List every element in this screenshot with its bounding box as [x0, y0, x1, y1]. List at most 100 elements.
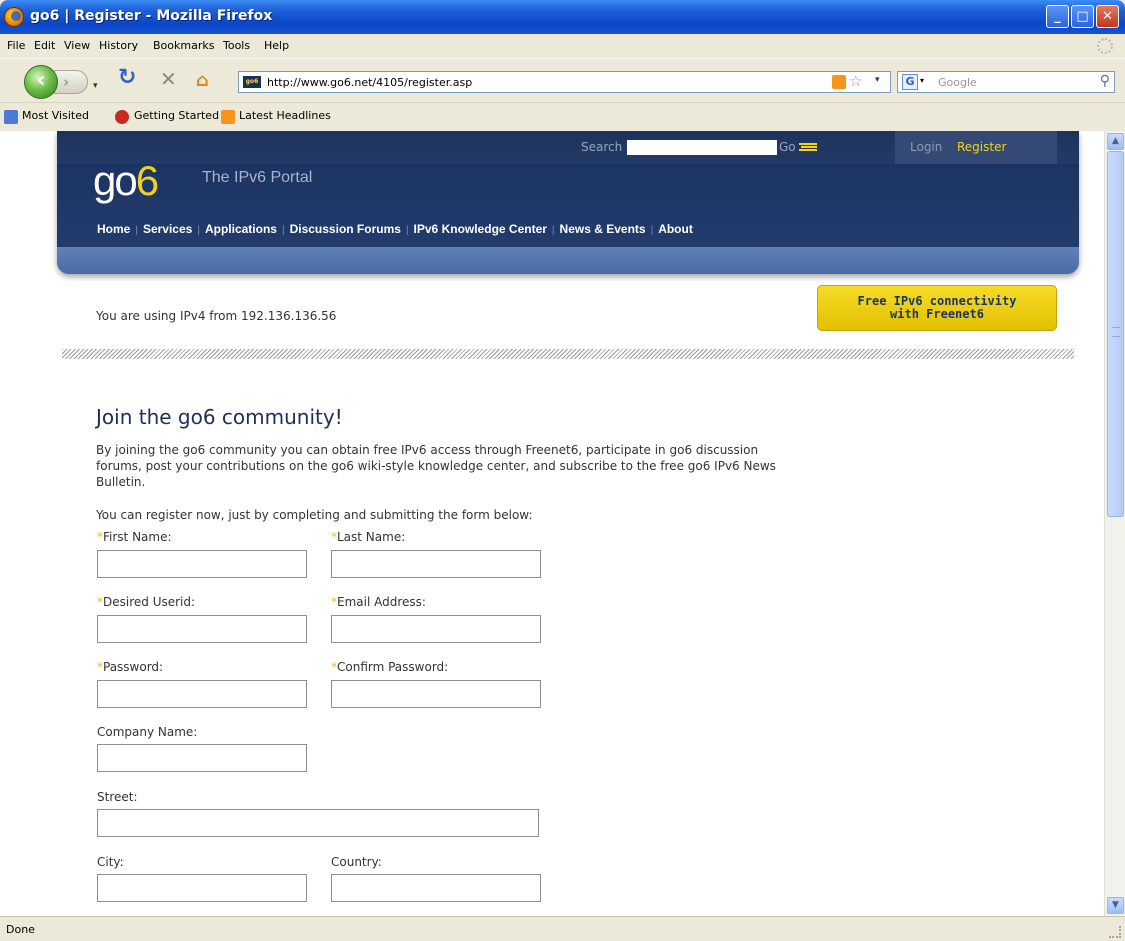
- maximize-button[interactable]: □: [1071, 5, 1094, 28]
- address-bar[interactable]: go6 http://www.go6.net/4105/register.asp…: [238, 71, 891, 93]
- nav-services[interactable]: Services: [143, 222, 192, 236]
- ip-info: You are using IPv4 from 192.136.136.56: [96, 309, 337, 323]
- register-link[interactable]: Register: [957, 140, 1006, 154]
- forward-arrow-icon: ›: [63, 73, 70, 91]
- email-label: *Email Address:: [331, 595, 426, 609]
- nav-about[interactable]: About: [658, 222, 693, 236]
- site-logo[interactable]: go6: [93, 157, 159, 205]
- header-search-go[interactable]: Go: [779, 140, 796, 154]
- throbber-icon: [1097, 38, 1113, 54]
- nav-home[interactable]: Home: [97, 222, 130, 236]
- menu-view[interactable]: View: [64, 39, 90, 52]
- back-button[interactable]: ‹: [24, 65, 58, 99]
- address-url[interactable]: http://www.go6.net/4105/register.asp: [267, 76, 472, 89]
- page-viewport: Search Go Login Register go6 The IPv6 Po…: [0, 131, 1104, 916]
- country-label: Country:: [331, 855, 382, 869]
- bookmark-getting-started[interactable]: Getting Started: [134, 109, 219, 122]
- email-field[interactable]: [331, 615, 541, 643]
- street-field[interactable]: [97, 809, 539, 837]
- getting-started-icon: [115, 110, 129, 124]
- back-arrow-icon: ‹: [36, 68, 46, 93]
- userid-label: *Desired Userid:: [97, 595, 196, 609]
- company-field[interactable]: [97, 744, 307, 772]
- reload-icon[interactable]: ↻: [118, 67, 136, 89]
- first-name-field[interactable]: [97, 550, 307, 578]
- bookmark-latest-headlines[interactable]: Latest Headlines: [239, 109, 331, 122]
- search-placeholder[interactable]: Google: [938, 76, 977, 89]
- country-field[interactable]: [331, 874, 541, 902]
- scroll-thumb[interactable]: [1107, 151, 1124, 517]
- status-text: Done: [6, 923, 35, 936]
- home-icon[interactable]: ⌂: [196, 71, 209, 91]
- header-band: [57, 247, 1079, 274]
- menu-bookmarks[interactable]: Bookmarks: [153, 39, 214, 52]
- nav-applications[interactable]: Applications: [205, 222, 277, 236]
- city-field[interactable]: [97, 874, 307, 902]
- bookmarks-toolbar: Most Visited Getting Started Latest Head…: [0, 102, 1125, 130]
- scroll-down-icon[interactable]: ▼: [1107, 897, 1124, 914]
- site-header: Search Go Login Register go6 The IPv6 Po…: [57, 131, 1079, 274]
- menu-edit[interactable]: Edit: [34, 39, 55, 52]
- menu-help[interactable]: Help: [264, 39, 289, 52]
- site-tagline: The IPv6 Portal: [202, 169, 313, 186]
- street-label: Street:: [97, 790, 138, 804]
- nav-discussion-forums[interactable]: Discussion Forums: [290, 222, 401, 236]
- password-label: *Password:: [97, 660, 164, 674]
- history-dropdown-icon[interactable]: ▾: [93, 76, 98, 96]
- main-nav: Home | Services | Applications | Discussion Fo…: [97, 222, 693, 236]
- last-name-field[interactable]: [331, 550, 541, 578]
- confirm-password-label: *Confirm Password:: [331, 660, 449, 674]
- bookmark-most-visited[interactable]: Most Visited: [22, 109, 89, 122]
- site-favicon-icon: go6: [243, 76, 261, 88]
- resize-grip-icon[interactable]: [1109, 926, 1121, 938]
- maximize-icon: □: [1076, 9, 1089, 24]
- menu-tools[interactable]: Tools: [223, 39, 250, 52]
- page-title: Join the go6 community!: [96, 405, 343, 429]
- menu-bar: File Edit View History Bookmarks Tools H…: [0, 34, 1125, 58]
- url-dropdown-icon[interactable]: ▾: [875, 75, 880, 85]
- intro-text: By joining the go6 community you can obt…: [96, 443, 776, 489]
- minimize-icon: _: [1054, 9, 1061, 24]
- header-search-label: Search: [581, 140, 623, 154]
- confirm-password-field[interactable]: [331, 680, 541, 708]
- city-label: City:: [97, 855, 124, 869]
- window-title: go6 | Register - Mozilla Firefox: [30, 8, 273, 24]
- engine-dropdown-icon[interactable]: ▾: [920, 76, 924, 85]
- nav-news-events[interactable]: News & Events: [560, 222, 646, 236]
- close-button[interactable]: ✕: [1096, 5, 1119, 28]
- close-icon: ✕: [1102, 9, 1113, 24]
- go-arrows-icon[interactable]: [799, 143, 817, 151]
- logo-six: 6: [135, 157, 159, 204]
- freenet6-promo-button[interactable]: Free IPv6 connectivity with Freenet6: [817, 285, 1057, 331]
- status-bar: Done: [0, 916, 1125, 941]
- search-magnifier-icon[interactable]: ⚲: [1100, 73, 1110, 89]
- rss-feed-icon[interactable]: [832, 75, 846, 89]
- header-search-input[interactable]: [627, 140, 777, 155]
- login-link[interactable]: Login: [910, 140, 942, 154]
- menu-history[interactable]: History: [99, 39, 138, 52]
- google-engine-icon[interactable]: G: [902, 74, 918, 90]
- logo-go: go: [93, 157, 138, 204]
- forward-button[interactable]: ›: [54, 70, 88, 94]
- menu-file[interactable]: File: [7, 39, 25, 52]
- hatched-divider: [62, 349, 1074, 359]
- vertical-scrollbar[interactable]: ▲ ▼: [1104, 131, 1125, 916]
- company-label: Company Name:: [97, 725, 198, 739]
- nav-ipv6-knowledge-center[interactable]: IPv6 Knowledge Center: [414, 222, 547, 236]
- search-bar[interactable]: G ▾ Google ⚲: [897, 71, 1115, 93]
- login-box: Login Register: [895, 131, 1057, 164]
- firefox-icon: [4, 7, 24, 27]
- minimize-button[interactable]: _: [1046, 5, 1069, 28]
- navigation-toolbar: › ‹ ▾ ↻ ✕ ⌂ go6 http://www.go6.net/4105/…: [0, 58, 1125, 102]
- scroll-up-icon[interactable]: ▲: [1107, 133, 1124, 150]
- most-visited-icon: [4, 110, 18, 124]
- promo-line-2: with Freenet6: [890, 307, 984, 321]
- password-field[interactable]: [97, 680, 307, 708]
- first-name-label: *First Name:: [97, 530, 172, 544]
- window-titlebar: go6 | Register - Mozilla Firefox _ □ ✕: [0, 0, 1125, 34]
- last-name-label: *Last Name:: [331, 530, 406, 544]
- bookmark-star-icon[interactable]: ☆: [849, 72, 862, 90]
- userid-field[interactable]: [97, 615, 307, 643]
- stop-icon[interactable]: ✕: [160, 69, 177, 89]
- form-instructions: You can register now, just by completing…: [96, 508, 533, 522]
